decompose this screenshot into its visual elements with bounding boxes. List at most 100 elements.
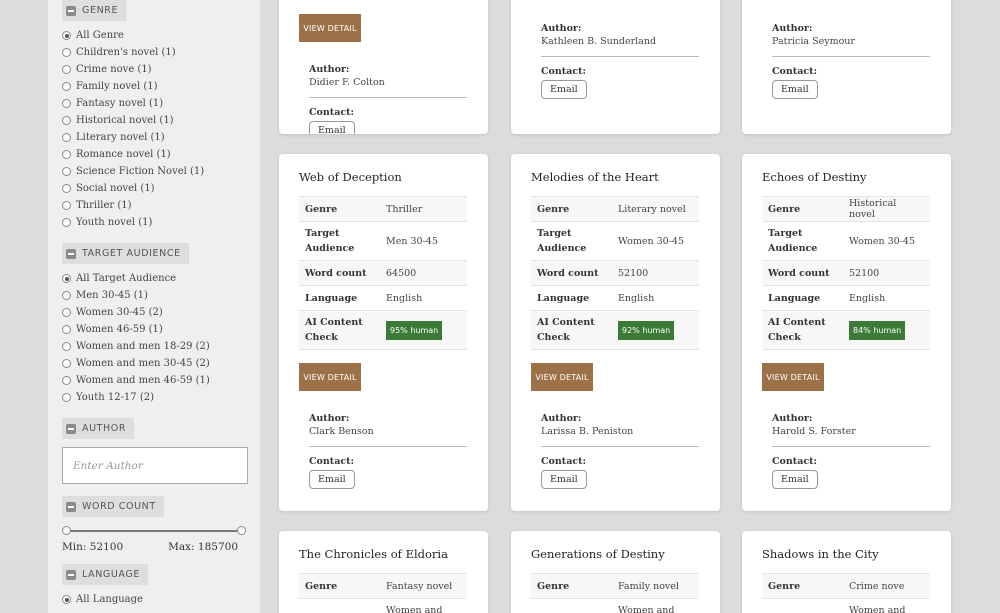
book-title[interactable]: The Chronicles of Eldoria [299, 547, 468, 561]
genre-value: Family novel [612, 573, 699, 599]
audience-option[interactable]: All Target Audience [62, 270, 246, 287]
language-label: Language [299, 285, 380, 311]
audience-filter-toggle[interactable]: TARGET AUDIENCE [62, 243, 189, 264]
audience-option[interactable]: Women 30-45 (2) [62, 304, 246, 321]
radio-selected-icon[interactable] [62, 31, 71, 40]
radio-selected-icon[interactable] [62, 595, 71, 604]
radio-icon[interactable] [62, 184, 71, 193]
audience-option[interactable]: Women and men 46-59 (1) [62, 372, 246, 389]
radio-icon[interactable] [62, 393, 71, 402]
book-card: Author: Kathleen B. Sunderland Contact: … [511, 0, 720, 134]
book-title[interactable]: Web of Deception [299, 170, 468, 184]
genre-label: Genre [299, 196, 380, 222]
email-button[interactable]: Email [541, 470, 587, 489]
slider-min-handle[interactable] [62, 526, 71, 535]
audience-option[interactable]: Men 30-45 (1) [62, 287, 246, 304]
genre-filter-toggle[interactable]: GENRE [62, 0, 127, 21]
contact-label: Contact: [309, 107, 355, 118]
view-detail-button[interactable]: VIEW DETAIL [299, 14, 361, 42]
author-label: Author: [541, 413, 582, 424]
contact-label: Contact: [772, 456, 818, 467]
audience-option[interactable]: Youth 12-17 (2) [62, 389, 246, 406]
radio-icon[interactable] [62, 359, 71, 368]
audience-option[interactable]: Women and men 18-29 (2) [62, 338, 246, 355]
view-detail-button[interactable]: VIEW DETAIL [762, 363, 824, 391]
audience-heading: TARGET AUDIENCE [82, 248, 181, 259]
radio-icon[interactable] [62, 167, 71, 176]
author-label: Author: [772, 23, 813, 34]
email-button[interactable]: Email [309, 470, 355, 489]
genre-option[interactable]: Science Fiction Novel (1) [62, 163, 246, 180]
radio-selected-icon[interactable] [62, 274, 71, 283]
target-audience-label: Target [762, 598, 843, 613]
slider-track[interactable] [66, 530, 242, 532]
radio-icon[interactable] [62, 99, 71, 108]
email-button[interactable]: Email [541, 80, 587, 99]
genre-option[interactable]: Social novel (1) [62, 180, 246, 197]
book-title[interactable]: Echoes of Destiny [762, 170, 931, 184]
author-block: Author: Larissa B. Peniston [541, 413, 699, 447]
radio-icon[interactable] [62, 65, 71, 74]
book-title[interactable]: Generations of Destiny [531, 547, 700, 561]
option-label: Women and men 18-29 (2) [76, 341, 210, 352]
email-button[interactable]: Email [772, 470, 818, 489]
radio-icon[interactable] [62, 201, 71, 210]
radio-icon[interactable] [62, 218, 71, 227]
min-value: Min: 52100 [62, 541, 124, 553]
book-card: Melodies of the Heart Genre Literary nove… [511, 154, 720, 511]
radio-icon[interactable] [62, 342, 71, 351]
genre-option[interactable]: Youth novel (1) [62, 214, 246, 231]
author-filter-toggle[interactable]: AUTHOR [62, 418, 135, 439]
radio-icon[interactable] [62, 150, 71, 159]
genre-option[interactable]: Thriller (1) [62, 197, 246, 214]
author-label: Author: [309, 413, 350, 424]
language-value: English [843, 285, 930, 311]
radio-icon[interactable] [62, 133, 71, 142]
author-input[interactable] [62, 447, 248, 484]
email-button[interactable]: Email [772, 80, 818, 99]
word-count-value: 52100 [612, 260, 699, 286]
genre-label: Genre [299, 573, 380, 599]
genre-option[interactable]: Family novel (1) [62, 78, 246, 95]
author-name: Harold S. Forster [772, 426, 856, 437]
radio-icon[interactable] [62, 308, 71, 317]
genre-option[interactable]: Literary novel (1) [62, 129, 246, 146]
word-count-slider[interactable] [62, 525, 246, 537]
language-filter-toggle[interactable]: LANGUAGE [62, 564, 148, 585]
view-detail-button[interactable]: VIEW DETAIL [299, 363, 361, 391]
author-block: Author: Patricia Seymour [772, 23, 930, 57]
option-label: Youth 12-17 (2) [76, 392, 155, 403]
ai-score-badge: 84% human [849, 320, 906, 340]
option-label: Women and men 46-59 (1) [76, 375, 210, 386]
genre-option[interactable]: All Genre [62, 27, 246, 44]
word-count-filter-toggle[interactable]: WORD COUNT [62, 496, 164, 517]
genre-option[interactable]: Romance novel (1) [62, 146, 246, 163]
radio-icon[interactable] [62, 116, 71, 125]
language-option[interactable]: All Language [62, 591, 246, 608]
radio-icon[interactable] [62, 291, 71, 300]
word-count-label: Word count [299, 260, 380, 286]
email-button[interactable]: Email [309, 121, 355, 134]
genre-option[interactable]: Historical novel (1) [62, 112, 246, 129]
genre-option[interactable]: Fantasy novel (1) [62, 95, 246, 112]
radio-icon[interactable] [62, 325, 71, 334]
radio-icon[interactable] [62, 376, 71, 385]
genre-option[interactable]: Children's novel (1) [62, 44, 246, 61]
audience-option[interactable]: Women 46-59 (1) [62, 321, 246, 338]
audience-option[interactable]: Women and men 30-45 (2) [62, 355, 246, 372]
radio-icon[interactable] [62, 48, 71, 57]
contact-label: Contact: [309, 456, 355, 467]
book-title[interactable]: Melodies of the Heart [531, 170, 700, 184]
book-info-table: Genre Historical novel Target Audience Wome… [762, 196, 930, 350]
slider-max-handle[interactable] [237, 526, 246, 535]
genre-options: All Genre Children's novel (1) Crime nov… [62, 27, 246, 231]
language-options: All Language [62, 591, 246, 608]
contact-label: Contact: [772, 66, 818, 77]
radio-icon[interactable] [62, 82, 71, 91]
contact-block: Contact: Email [772, 66, 951, 99]
view-detail-button[interactable]: VIEW DETAIL [531, 363, 593, 391]
book-title[interactable]: Shadows in the City [762, 547, 931, 561]
audience-value: Women 30-45 [843, 221, 930, 261]
genre-value: Crime nove [843, 573, 930, 599]
genre-option[interactable]: Crime nove (1) [62, 61, 246, 78]
